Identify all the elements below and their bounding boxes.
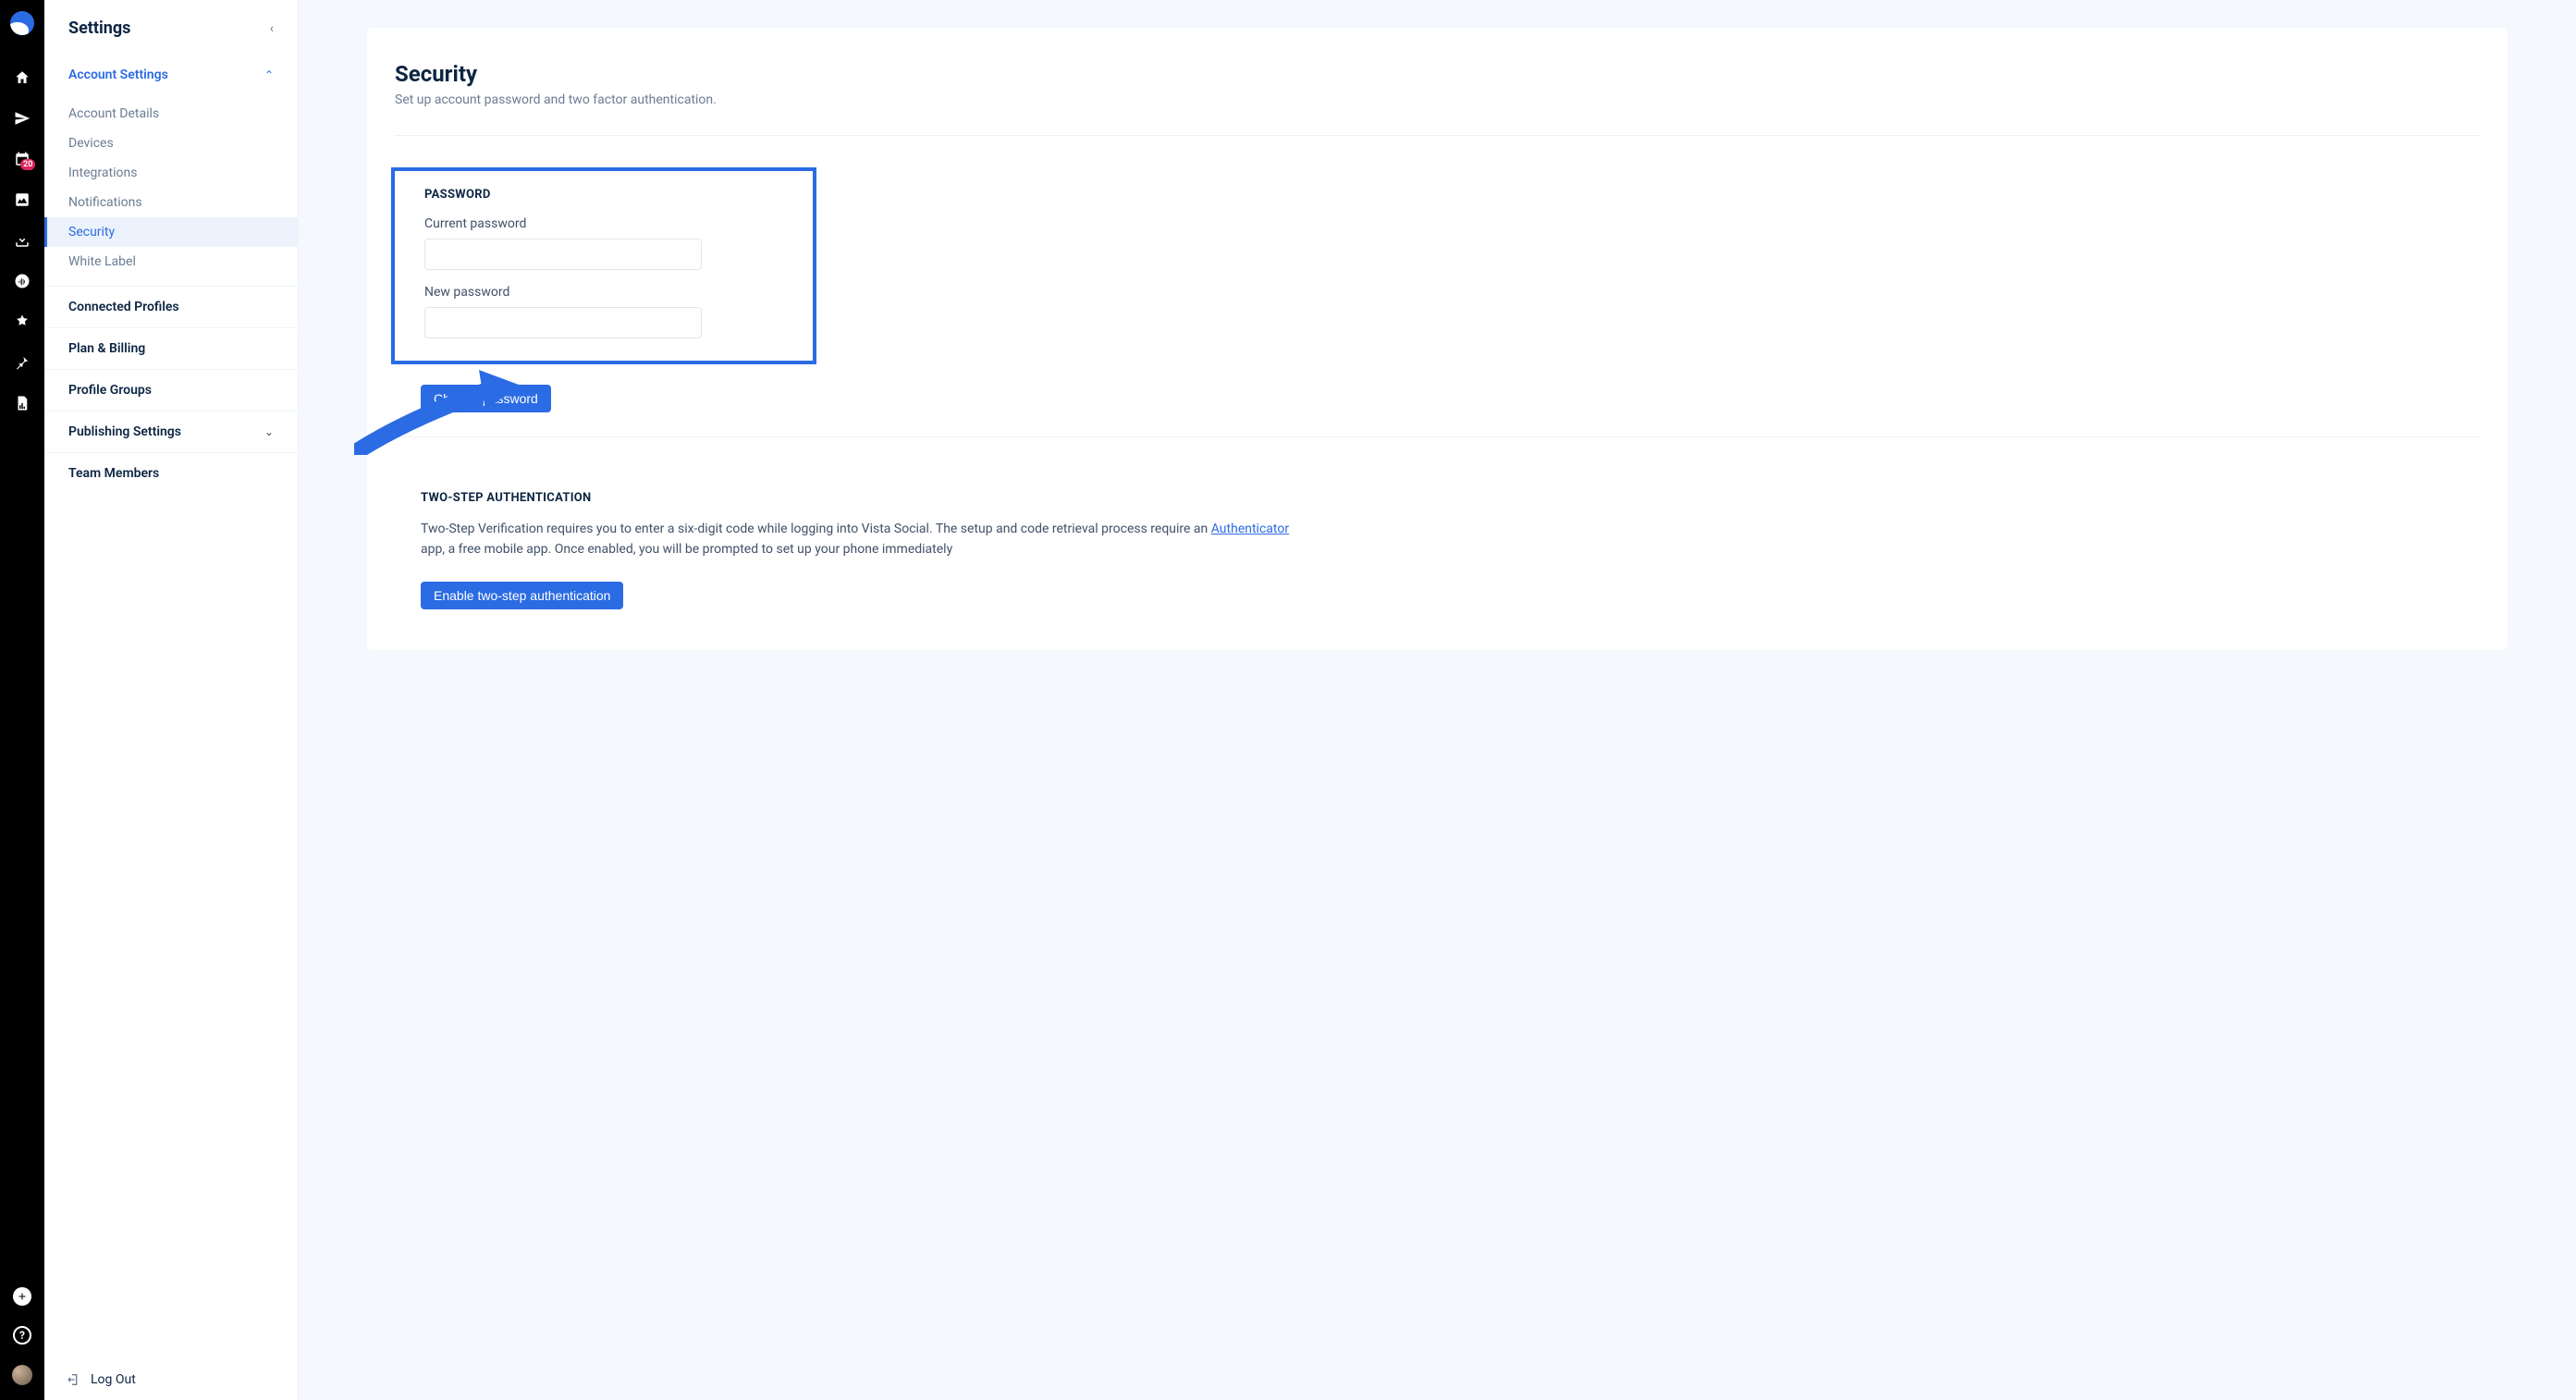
section-team-members[interactable]: Team Members bbox=[44, 452, 298, 494]
section-plan-billing[interactable]: Plan & Billing bbox=[44, 327, 298, 369]
main-content: Security Set up account password and two… bbox=[299, 0, 2576, 687]
section-label: Publishing Settings bbox=[68, 424, 181, 439]
nav-send[interactable] bbox=[0, 98, 44, 139]
nav-calendar[interactable]: 20 bbox=[0, 139, 44, 179]
question-icon: ? bbox=[19, 1329, 25, 1342]
star-badge-icon bbox=[14, 313, 31, 330]
brand-logo[interactable] bbox=[10, 11, 34, 35]
inbox-down-icon bbox=[14, 232, 31, 249]
logout-icon bbox=[67, 1372, 81, 1387]
divider bbox=[395, 436, 2480, 437]
nav-listen[interactable] bbox=[0, 261, 44, 301]
new-password-input[interactable] bbox=[424, 307, 702, 338]
subitem-security[interactable]: Security bbox=[44, 217, 298, 247]
nav-reports[interactable] bbox=[0, 383, 44, 424]
nav-inbox[interactable] bbox=[0, 220, 44, 261]
subitem-integrations[interactable]: Integrations bbox=[44, 158, 298, 188]
security-card: Security Set up account password and two… bbox=[367, 28, 2508, 650]
plus-icon bbox=[17, 1291, 28, 1302]
page-title: Security bbox=[395, 61, 2480, 87]
password-highlight-box: PASSWORD Current password New password bbox=[391, 167, 816, 364]
account-settings-subitems: Account Details Devices Integrations Not… bbox=[44, 95, 298, 286]
section-connected-profiles[interactable]: Connected Profiles bbox=[44, 286, 298, 327]
audio-wave-icon bbox=[14, 273, 31, 289]
twostep-text-1: Two-Step Verification requires you to en… bbox=[421, 522, 1211, 536]
subitem-notifications[interactable]: Notifications bbox=[44, 188, 298, 217]
section-account-settings[interactable]: Account Settings ⌃ bbox=[44, 64, 298, 95]
chevron-left-icon: ‹ bbox=[270, 21, 274, 36]
enable-two-step-button[interactable]: Enable two-step authentication bbox=[421, 582, 623, 609]
nav-add-button[interactable] bbox=[13, 1287, 31, 1306]
page-subtitle: Set up account password and two factor a… bbox=[395, 92, 2480, 107]
authenticator-link[interactable]: Authenticator bbox=[1211, 522, 1289, 536]
document-chart-icon bbox=[14, 395, 31, 411]
twostep-body: Two-Step Verification requires you to en… bbox=[421, 520, 1290, 559]
pin-icon bbox=[14, 354, 31, 371]
nav-home[interactable] bbox=[0, 57, 44, 98]
user-avatar[interactable] bbox=[12, 1365, 32, 1385]
chevron-up-icon: ⌃ bbox=[264, 68, 274, 81]
logout-button[interactable]: Log Out bbox=[67, 1372, 136, 1387]
twostep-text-2: app, a free mobile app. Once enabled, yo… bbox=[421, 542, 952, 557]
image-icon bbox=[14, 191, 31, 208]
home-icon bbox=[14, 69, 31, 86]
subitem-devices[interactable]: Devices bbox=[44, 129, 298, 158]
chevron-down-icon: ⌄ bbox=[264, 425, 274, 438]
sidebar-title: Settings bbox=[68, 18, 130, 38]
nav-help-button[interactable]: ? bbox=[13, 1326, 31, 1345]
nav-media[interactable] bbox=[0, 179, 44, 220]
password-section-heading: PASSWORD bbox=[424, 188, 783, 202]
change-password-button[interactable]: Change password bbox=[421, 385, 551, 412]
section-label: Plan & Billing bbox=[68, 341, 145, 356]
logout-label: Log Out bbox=[91, 1372, 136, 1387]
twostep-heading: TWO-STEP AUTHENTICATION bbox=[421, 491, 2480, 505]
subitem-account-details[interactable]: Account Details bbox=[44, 99, 298, 129]
calendar-badge: 20 bbox=[20, 159, 35, 170]
current-password-label: Current password bbox=[424, 216, 783, 231]
section-label: Account Settings bbox=[68, 68, 168, 82]
new-password-label: New password bbox=[424, 285, 783, 300]
paper-plane-icon bbox=[14, 110, 31, 127]
settings-sidebar: Settings ‹ Account Settings ⌃ Account De… bbox=[44, 0, 299, 1400]
sidebar-collapse-button[interactable]: ‹ bbox=[270, 21, 274, 36]
subitem-white-label[interactable]: White Label bbox=[44, 247, 298, 276]
divider bbox=[395, 135, 2480, 136]
section-profile-groups[interactable]: Profile Groups bbox=[44, 369, 298, 411]
section-publishing-settings[interactable]: Publishing Settings ⌄ bbox=[44, 411, 298, 452]
two-step-section: TWO-STEP AUTHENTICATION Two-Step Verific… bbox=[395, 491, 2480, 609]
current-password-input[interactable] bbox=[424, 239, 702, 270]
nav-rail: 20 ? bbox=[0, 0, 44, 1400]
nav-pin[interactable] bbox=[0, 342, 44, 383]
section-label: Profile Groups bbox=[68, 383, 152, 398]
section-label: Connected Profiles bbox=[68, 300, 179, 314]
section-label: Team Members bbox=[68, 466, 159, 481]
nav-reviews[interactable] bbox=[0, 301, 44, 342]
